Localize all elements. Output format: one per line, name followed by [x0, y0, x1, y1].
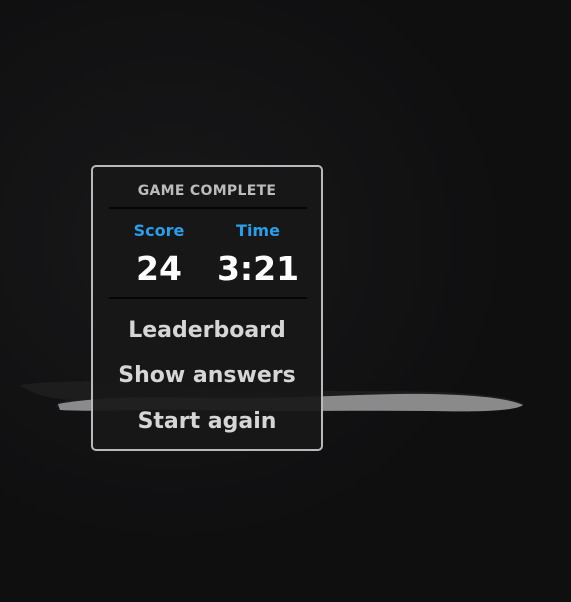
time-label: Time	[236, 221, 280, 240]
dialog-title: GAME COMPLETE	[137, 183, 277, 199]
game-complete-dialog: GAME COMPLETE Score 24 Time 3:21 Leaderb…	[91, 165, 323, 451]
game-canvas: GAME COMPLETE Score 24 Time 3:21 Leaderb…	[0, 0, 571, 602]
divider-bottom	[109, 297, 307, 299]
divider-top	[109, 207, 307, 209]
score-stat: Score 24	[114, 221, 204, 289]
time-value: 3:21	[216, 249, 300, 288]
score-value: 24	[136, 249, 182, 288]
show-answers-button[interactable]: Show answers	[93, 361, 321, 391]
time-stat: Time 3:21	[213, 221, 303, 289]
score-label: Score	[133, 221, 185, 240]
start-again-button[interactable]: Start again	[93, 407, 321, 437]
leaderboard-button[interactable]: Leaderboard	[93, 316, 321, 346]
